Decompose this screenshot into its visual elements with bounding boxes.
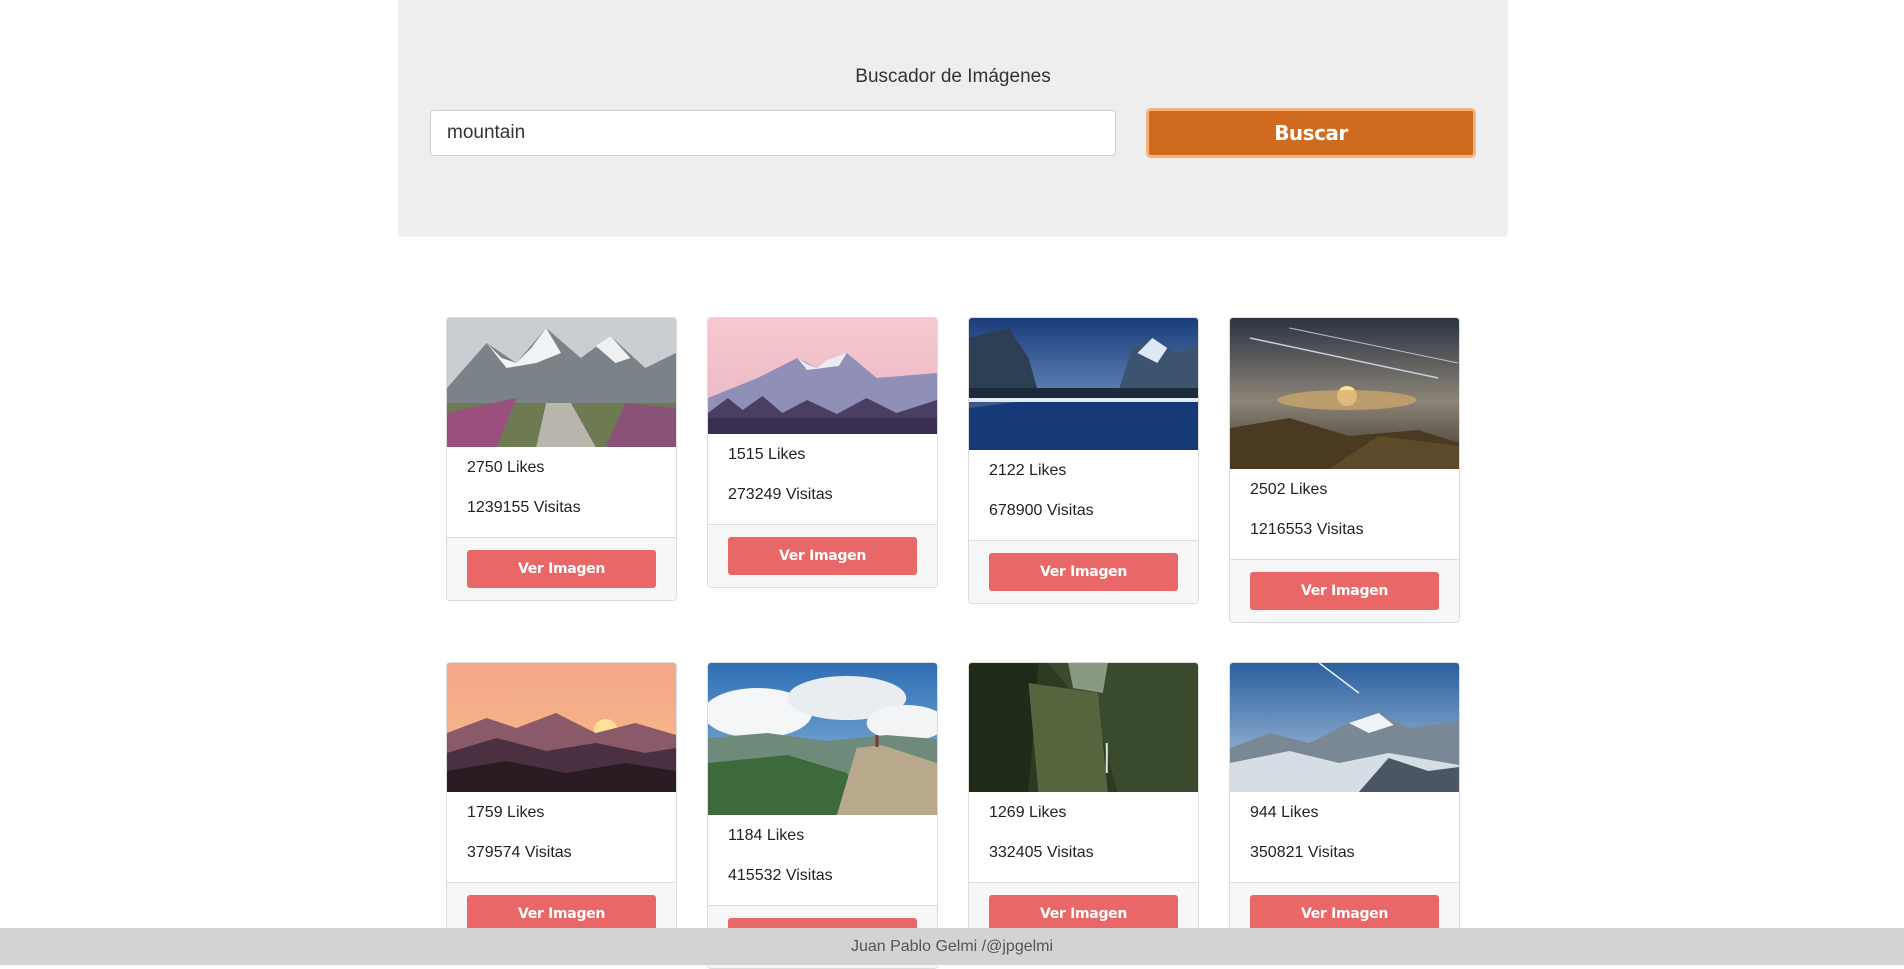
- image-card: 1269 Likes 332405 Visitas Ver Imagen: [968, 662, 1199, 946]
- card-body: 2122 Likes 678900 Visitas: [969, 450, 1198, 540]
- image-card: 1515 Likes 273249 Visitas Ver Imagen: [707, 317, 938, 588]
- card-body: 2750 Likes 1239155 Visitas: [447, 447, 676, 537]
- views-count: 273249 Visitas: [728, 486, 833, 503]
- views-count: 415532 Visitas: [728, 867, 833, 884]
- views-count: 379574 Visitas: [467, 844, 572, 861]
- likes-count: 1184 Likes: [728, 827, 805, 844]
- views-count: 678900 Visitas: [989, 502, 1094, 519]
- card-footer: Ver Imagen: [969, 540, 1198, 603]
- card-image[interactable]: [708, 318, 937, 434]
- card-body: 1759 Likes 379574 Visitas: [447, 792, 676, 882]
- card-body: 1269 Likes 332405 Visitas: [969, 792, 1198, 882]
- views-count: 1239155 Visitas: [467, 499, 581, 516]
- image-card: 2750 Likes 1239155 Visitas Ver Imagen: [446, 317, 677, 601]
- card-image[interactable]: [1230, 318, 1459, 469]
- search-input[interactable]: [430, 110, 1116, 156]
- likes-count: 944 Likes: [1250, 804, 1319, 821]
- views-count: 332405 Visitas: [989, 844, 1094, 861]
- search-jumbotron: Buscador de Imágenes Buscar: [398, 0, 1508, 237]
- likes-count: 2122 Likes: [989, 462, 1067, 479]
- card-image[interactable]: [969, 318, 1198, 450]
- card-footer: Ver Imagen: [708, 524, 937, 587]
- view-image-button[interactable]: Ver Imagen: [989, 553, 1178, 591]
- views-count: 1216553 Visitas: [1250, 521, 1364, 538]
- card-body: 944 Likes 350821 Visitas: [1230, 792, 1459, 882]
- image-card: 944 Likes 350821 Visitas Ver Imagen: [1229, 662, 1460, 946]
- card-image[interactable]: [447, 318, 676, 447]
- likes-count: 2750 Likes: [467, 459, 545, 476]
- page-title: Buscador de Imágenes: [855, 66, 1051, 87]
- card-footer: Ver Imagen: [1230, 559, 1459, 622]
- likes-count: 1515 Likes: [728, 446, 806, 463]
- card-body: 1515 Likes 273249 Visitas: [708, 434, 937, 524]
- view-image-button[interactable]: Ver Imagen: [467, 550, 656, 588]
- likes-count: 2502 Likes: [1250, 481, 1328, 498]
- card-footer: Ver Imagen: [447, 537, 676, 600]
- image-card: 2502 Likes 1216553 Visitas Ver Imagen: [1229, 317, 1460, 623]
- card-image[interactable]: [969, 663, 1198, 792]
- card-body: 1184 Likes 415532 Visitas: [708, 815, 937, 905]
- image-card: 2122 Likes 678900 Visitas Ver Imagen: [968, 317, 1199, 604]
- card-image[interactable]: [447, 663, 676, 792]
- likes-count: 1759 Likes: [467, 804, 545, 821]
- search-button[interactable]: Buscar: [1146, 108, 1476, 158]
- card-body: 2502 Likes 1216553 Visitas: [1230, 469, 1459, 559]
- image-card: 1184 Likes 415532 Visitas Ver Imagen: [707, 662, 938, 969]
- page-footer: Juan Pablo Gelmi /@jpgelmi: [0, 928, 1904, 965]
- image-card: 1759 Likes 379574 Visitas Ver Imagen: [446, 662, 677, 946]
- view-image-button[interactable]: Ver Imagen: [1250, 572, 1439, 610]
- view-image-button[interactable]: Ver Imagen: [728, 537, 917, 575]
- card-image[interactable]: [1230, 663, 1459, 792]
- likes-count: 1269 Likes: [989, 804, 1067, 821]
- views-count: 350821 Visitas: [1250, 844, 1355, 861]
- footer-credit: Juan Pablo Gelmi /@jpgelmi: [850, 937, 1054, 955]
- card-image[interactable]: [708, 663, 937, 815]
